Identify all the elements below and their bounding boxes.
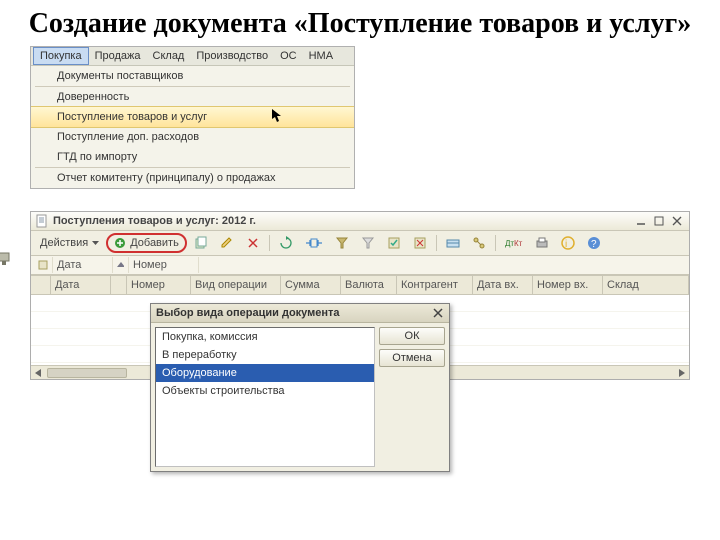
document-icon (35, 214, 49, 228)
col-sum[interactable]: Сумма (281, 276, 341, 294)
menu-item-poa[interactable]: Доверенность (31, 87, 354, 107)
col-warehouse[interactable]: Склад (603, 276, 689, 294)
copy-button[interactable] (189, 233, 213, 253)
chevron-down-icon (92, 241, 99, 245)
col-flag[interactable] (31, 276, 51, 294)
filter-small-icon (37, 259, 48, 271)
toolbar: Действия Добавить ДтКт i ? (31, 231, 689, 256)
dialog-close-button[interactable] (432, 307, 444, 319)
scroll-right-icon[interactable] (675, 367, 689, 379)
print-button[interactable] (530, 233, 554, 253)
menu-item-gtd[interactable]: ГТД по импорту (31, 147, 354, 167)
slide-title: Создание документа «Поступление товаров … (0, 0, 720, 46)
menu-warehouse[interactable]: Склад (147, 48, 191, 64)
refresh-button[interactable] (274, 233, 298, 253)
help-button[interactable]: ? (582, 233, 606, 253)
edit-button[interactable] (215, 233, 239, 253)
ok-button[interactable]: ОК (379, 327, 445, 345)
menu-sale[interactable]: Продажа (89, 48, 147, 64)
option-purchase-commission[interactable]: Покупка, комиссия (156, 328, 374, 346)
period-button[interactable] (300, 233, 328, 253)
col-date-in[interactable]: Дата вх. (473, 276, 533, 294)
option-construction[interactable]: Объекты строительства (156, 382, 374, 400)
menubar: Покупка Продажа Склад Производство ОС НМ… (31, 47, 354, 66)
actions-label: Действия (40, 237, 88, 249)
mark-delete-button[interactable] (241, 233, 265, 253)
grid-headers: Дата Номер Вид операции Сумма Валюта Кон… (31, 276, 689, 295)
option-equipment[interactable]: Оборудование (156, 364, 374, 382)
plus-icon (114, 237, 126, 249)
pin-icon (0, 251, 12, 267)
svg-text:i: i (565, 239, 567, 250)
filter-number[interactable]: Номер (129, 257, 199, 273)
add-label: Добавить (130, 237, 179, 249)
dt-kt-button[interactable]: ДтКт (500, 233, 528, 253)
menu-purchase[interactable]: Покупка (33, 47, 89, 65)
menu-production[interactable]: Производство (190, 48, 274, 64)
advice-button[interactable]: i (556, 233, 580, 253)
filter-date[interactable]: Дата (53, 257, 113, 273)
close-icon (432, 307, 444, 319)
add-button[interactable]: Добавить (106, 233, 187, 253)
dialog-titlebar: Выбор вида операции документа (151, 304, 449, 323)
filter-row: Дата Номер (31, 256, 689, 275)
window-title: Поступления товаров и услуг: 2012 г. (49, 215, 631, 227)
minimize-button[interactable] (633, 214, 649, 228)
menu-nma[interactable]: НМА (303, 48, 339, 64)
scroll-thumb[interactable] (47, 368, 127, 378)
col-number-in[interactable]: Номер вх. (533, 276, 603, 294)
filter-button[interactable] (330, 233, 354, 253)
svg-text:Дт: Дт (505, 239, 514, 248)
movements-button[interactable] (441, 233, 465, 253)
filter-icon-cell (33, 257, 53, 273)
filter-reset-button[interactable] (356, 233, 380, 253)
svg-text:Кт: Кт (514, 239, 523, 248)
menu-dropdown: Документы поставщиков Доверенность Посту… (31, 66, 354, 188)
sort-icon[interactable] (113, 257, 129, 273)
menu-item-goods-receipt[interactable]: Поступление товаров и услуг (31, 106, 354, 128)
col-sort[interactable] (111, 276, 127, 294)
maximize-button[interactable] (651, 214, 667, 228)
unpost-button[interactable] (408, 233, 432, 253)
menu-os[interactable]: ОС (274, 48, 303, 64)
menu-item-supplier-docs[interactable]: Документы поставщиков (31, 66, 354, 86)
col-contractor[interactable]: Контрагент (397, 276, 473, 294)
col-currency[interactable]: Валюта (341, 276, 397, 294)
col-date[interactable]: Дата (51, 276, 111, 294)
col-number[interactable]: Номер (127, 276, 191, 294)
actions-button[interactable]: Действия (35, 233, 104, 253)
menu-item-committent-report[interactable]: Отчет комитенту (принципалу) о продажах (31, 168, 354, 188)
operation-type-dialog: Выбор вида операции документа Покупка, к… (150, 303, 450, 472)
svg-text:?: ? (591, 239, 597, 250)
col-operation[interactable]: Вид операции (191, 276, 281, 294)
close-button[interactable] (669, 214, 685, 228)
dialog-title: Выбор вида операции документа (156, 307, 432, 319)
operation-type-list[interactable]: Покупка, комиссия В переработку Оборудов… (155, 327, 375, 467)
menu-item-label: Поступление товаров и услуг (57, 111, 207, 123)
main-menu-dropdown: Покупка Продажа Склад Производство ОС НМ… (30, 46, 355, 189)
scroll-left-icon[interactable] (31, 367, 45, 379)
related-button[interactable] (467, 233, 491, 253)
cancel-button[interactable]: Отмена (379, 349, 445, 367)
post-button[interactable] (382, 233, 406, 253)
option-processing[interactable]: В переработку (156, 346, 374, 364)
cursor-icon (272, 109, 284, 123)
titlebar: Поступления товаров и услуг: 2012 г. (31, 212, 689, 231)
menu-item-extra-expenses[interactable]: Поступление доп. расходов (31, 127, 354, 147)
